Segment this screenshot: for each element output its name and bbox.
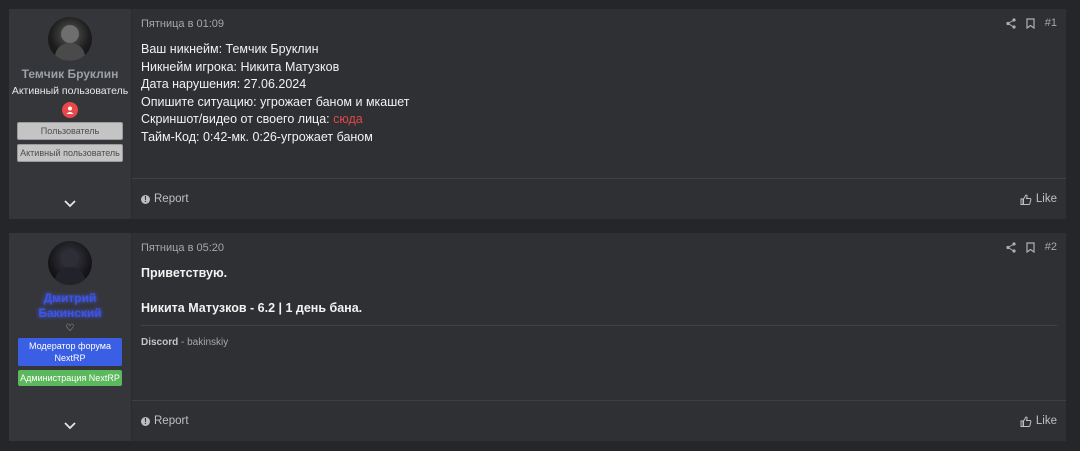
post-line: Никнейм игрока: Никита Матузков [141,59,340,74]
admin-banner: Администрация NextRP [18,370,122,386]
report-icon: ! [141,416,150,426]
post-line: Скриншот/видео от своего лица: сюда [141,111,410,129]
user-title: Активный пользователь [11,85,129,97]
post-line: Опишите ситуацию: угрожает баном и мкаше… [141,94,410,109]
post-date[interactable]: Пятница в 05:20 [141,242,224,254]
post-body: Ваш никнейм: Темчик Бруклин Никнейм игро… [141,41,410,146]
signature-divider [141,325,1057,326]
user-cell: Темчик Бруклин Активный пользователь Пол… [9,9,132,219]
chevron-down-icon[interactable] [9,421,131,431]
signature-value: - bakinskiy [178,337,229,348]
post-actions: #1 [1006,17,1057,29]
post-actions: #2 [1006,241,1057,253]
report-button[interactable]: ! Report [141,415,189,427]
username[interactable]: Дмитрий Бакинский [35,291,105,321]
user-cell: Дмитрий Бакинский ♡ Модератор форума Nex… [9,233,132,441]
share-icon[interactable] [1006,241,1016,253]
post-body: Приветствую. Никита Матузков - 6.2 | 1 д… [141,265,362,318]
signature: Discord - bakinskiy [141,337,228,348]
post-line: Ваш никнейм: Темчик Бруклин [141,42,319,56]
post-number[interactable]: #1 [1045,17,1057,29]
share-icon[interactable] [1006,17,1016,29]
post-line: Дата нарушения: 27.06.2024 [141,77,307,91]
post-footer: ! Report Like [132,178,1066,219]
report-icon: ! [141,194,150,204]
screenshot-label: Скриншот/видео от своего лица: [141,112,334,126]
like-button[interactable]: Like [1020,415,1057,427]
heart-icon: ♡ [65,323,75,334]
post-footer: ! Report Like [132,400,1066,441]
user-status-icon [62,102,78,118]
post-number[interactable]: #2 [1045,241,1057,253]
username[interactable]: Темчик Бруклин [9,67,131,82]
report-label: Report [154,193,189,205]
avatar[interactable] [48,241,92,285]
greeting: Приветствую. [141,266,228,280]
like-label: Like [1035,193,1057,205]
post-line: Тайм-Код: 0:42-мк. 0:26-угрожает баном [141,129,373,144]
signature-label: Discord [141,337,179,348]
like-icon [1020,193,1032,205]
post-main: Пятница в 01:09 #1 Ваш никнейм: Темчик Б… [132,9,1066,219]
like-button[interactable]: Like [1020,193,1057,205]
bookmark-icon[interactable] [1026,17,1035,29]
post-date[interactable]: Пятница в 01:09 [141,18,224,30]
chevron-down-icon[interactable] [9,199,131,209]
bookmark-icon[interactable] [1026,241,1035,253]
user-banner: Активный пользователь [17,144,123,162]
report-label: Report [154,415,189,427]
post-main: Пятница в 05:20 #2 Приветствую. Никита М… [132,233,1066,441]
post-1: Темчик Бруклин Активный пользователь Пол… [9,9,1066,219]
moderator-banner: Модератор форума NextRP [18,338,122,366]
report-button[interactable]: ! Report [141,193,189,205]
user-banner: Пользователь [17,122,123,140]
like-icon [1020,415,1032,427]
like-label: Like [1035,415,1057,427]
post-2: Дмитрий Бакинский ♡ Модератор форума Nex… [9,233,1066,441]
screenshot-link[interactable]: сюда [333,112,363,126]
verdict: Никита Матузков - 6.2 | 1 день бана. [141,301,363,315]
avatar[interactable] [48,17,92,61]
